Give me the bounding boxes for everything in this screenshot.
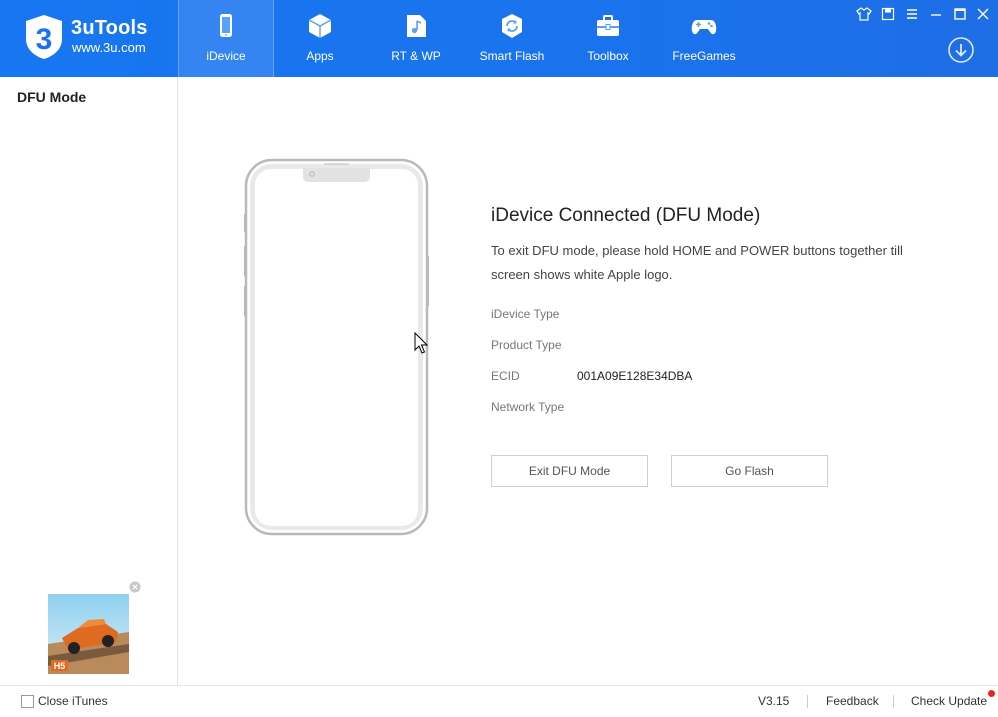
check-update-link[interactable]: Check Update xyxy=(911,694,987,708)
info-label-product-type: Product Type xyxy=(491,338,562,352)
nav-label: iDevice xyxy=(206,49,246,63)
nav-label: RT & WP xyxy=(391,49,441,63)
title-bar: 3 3uTools www.3u.com iDevice Apps RT & W… xyxy=(0,0,998,77)
status-bar: Close iTunes V3.15 Feedback Check Update xyxy=(0,685,998,717)
update-badge xyxy=(988,690,995,697)
sidebar-item-dfu-mode[interactable]: DFU Mode xyxy=(17,89,86,105)
minimize-icon[interactable] xyxy=(928,6,944,22)
close-icon[interactable] xyxy=(975,6,991,22)
divider xyxy=(807,695,808,708)
feedback-link[interactable]: Feedback xyxy=(826,694,879,708)
mouse-cursor-icon xyxy=(414,332,429,354)
divider xyxy=(893,695,894,708)
nav-tab-apps[interactable]: Apps xyxy=(273,0,367,77)
ad-close-icon[interactable] xyxy=(129,581,141,593)
refresh-icon xyxy=(502,14,522,38)
nav-tab-freegames[interactable]: FreeGames xyxy=(657,0,751,77)
info-label-network-type: Network Type xyxy=(491,400,565,414)
nav-tab-idevice[interactable]: iDevice xyxy=(178,0,274,77)
app-name: 3uTools xyxy=(71,17,148,39)
toolbox-icon xyxy=(597,15,619,36)
dfu-instructions: To exit DFU mode, please hold HOME and P… xyxy=(491,243,903,282)
game-ad-banner[interactable]: H5 xyxy=(48,594,129,674)
sidebar: DFU Mode H5 xyxy=(0,77,178,685)
info-label-ecid: ECID xyxy=(491,369,520,383)
app-logo: 3 3uTools www.3u.com xyxy=(22,13,172,63)
nav-tab-rt-wp[interactable]: RT & WP xyxy=(369,0,463,77)
info-value-ecid: 001A09E128E34DBA xyxy=(577,369,693,383)
logo-3u-icon: 3 xyxy=(26,15,62,59)
nav-label: Smart Flash xyxy=(479,49,545,63)
nav-tab-smart-flash[interactable]: Smart Flash xyxy=(465,0,559,77)
music-file-icon xyxy=(407,15,426,37)
nav-label: Apps xyxy=(306,49,334,63)
nav-label: FreeGames xyxy=(672,49,736,63)
version-label: V3.15 xyxy=(758,694,790,708)
info-label-idevice-type: iDevice Type xyxy=(491,307,560,321)
maximize-icon[interactable] xyxy=(952,6,968,22)
device-illustration xyxy=(244,158,429,536)
skin-icon[interactable] xyxy=(856,6,872,22)
nav-label: Toolbox xyxy=(587,49,629,63)
app-url: www.3u.com xyxy=(72,40,146,55)
menu-icon[interactable] xyxy=(904,6,920,22)
download-icon[interactable] xyxy=(947,36,975,64)
svg-text:H5: H5 xyxy=(54,661,66,671)
save-icon[interactable] xyxy=(880,6,896,22)
nav-tab-toolbox[interactable]: Toolbox xyxy=(561,0,655,77)
close-itunes-checkbox[interactable] xyxy=(21,695,34,708)
phone-icon xyxy=(220,14,232,37)
gamepad-icon xyxy=(691,20,717,35)
go-flash-button[interactable]: Go Flash xyxy=(671,455,828,487)
close-itunes-label[interactable]: Close iTunes xyxy=(38,694,108,708)
exit-dfu-button[interactable]: Exit DFU Mode xyxy=(491,455,648,487)
page-title: iDevice Connected (DFU Mode) xyxy=(491,205,761,226)
cube-icon xyxy=(308,14,332,38)
svg-text:3: 3 xyxy=(36,23,53,56)
